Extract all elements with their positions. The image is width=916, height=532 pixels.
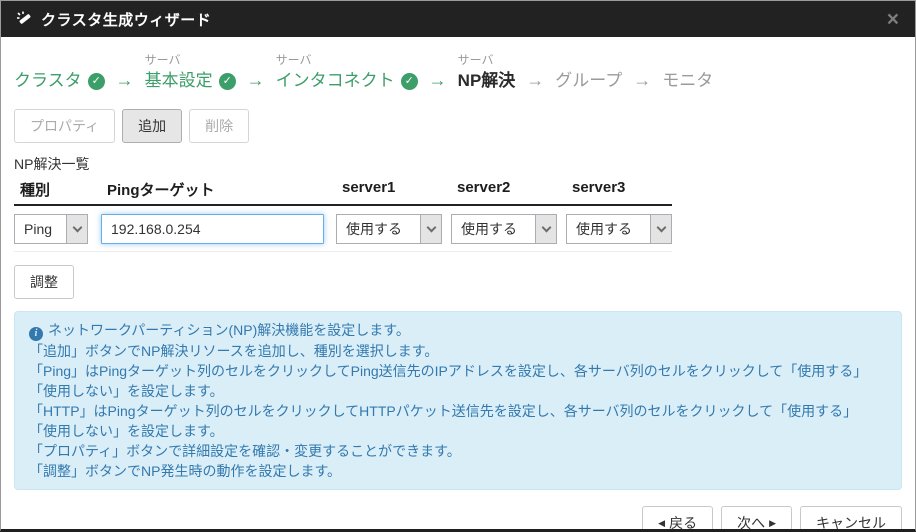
close-icon[interactable]: × bbox=[885, 9, 901, 30]
info-text: 「HTTP」はPingターゲット列のセルをクリックしてHTTPパケット送信先を設… bbox=[29, 401, 887, 421]
wizard-step-basic-settings[interactable]: サーバ 基本設定 ✓ bbox=[145, 51, 236, 93]
title-bar: クラスタ生成ウィザード × bbox=[1, 1, 915, 37]
step-label: モニタ bbox=[662, 69, 713, 93]
dialog-title: クラスタ生成ウィザード bbox=[41, 9, 211, 30]
type-select-value: Ping bbox=[15, 215, 66, 243]
server1-select-value: 使用する bbox=[337, 215, 420, 243]
step-sublabel: サーバ bbox=[458, 51, 516, 69]
np-list-caption: NP解決一覧 bbox=[14, 154, 902, 174]
info-text: 「プロパティ」ボタンで詳細設定を確認・変更することができます。 bbox=[29, 441, 887, 461]
step-label: グループ bbox=[555, 69, 622, 93]
column-header-type: 種別 bbox=[14, 179, 101, 200]
wizard-step-monitor[interactable]: モニタ bbox=[662, 51, 713, 93]
arrow-icon: → bbox=[116, 68, 134, 92]
chevron-down-icon bbox=[650, 215, 671, 243]
step-label: NP解決 bbox=[458, 69, 516, 93]
step-label: 基本設定 bbox=[145, 69, 213, 93]
wizard-step-interconnect[interactable]: サーバ インタコネクト ✓ bbox=[276, 51, 418, 93]
server3-select-value: 使用する bbox=[567, 215, 650, 243]
wizard-wand-icon bbox=[15, 10, 33, 28]
check-icon: ✓ bbox=[401, 73, 418, 90]
column-header-server2: server2 bbox=[451, 179, 566, 200]
column-header-server1: server1 bbox=[336, 179, 451, 200]
properties-button[interactable]: プロパティ bbox=[14, 109, 115, 143]
arrow-icon: → bbox=[429, 68, 447, 92]
info-text: ネットワークパーティション(NP)解決機能を設定します。 bbox=[48, 322, 410, 338]
np-resolution-table: 種別 Pingターゲット server1 server2 server3 Pin… bbox=[14, 179, 672, 252]
cancel-button[interactable]: キャンセル bbox=[800, 506, 902, 532]
step-sublabel bbox=[555, 51, 622, 69]
info-text: 「使用しない」を設定します。 bbox=[29, 421, 887, 441]
column-header-server3: server3 bbox=[566, 179, 672, 200]
ping-target-input[interactable] bbox=[101, 214, 324, 244]
step-label: クラスタ bbox=[14, 69, 82, 93]
tune-button[interactable]: 調整 bbox=[14, 265, 74, 299]
arrow-icon: → bbox=[526, 68, 544, 92]
info-box: i ネットワークパーティション(NP)解決機能を設定します。 「追加」ボタンでNP… bbox=[14, 311, 902, 490]
step-label: インタコネクト bbox=[276, 69, 395, 93]
toolbar: プロパティ 追加 削除 bbox=[14, 109, 902, 143]
info-text: 「Ping」はPingターゲット列のセルをクリックしてPing送信先のIPアドレ… bbox=[29, 361, 887, 381]
step-sublabel: サーバ bbox=[145, 51, 236, 69]
back-button[interactable]: ◀ 戻る bbox=[642, 506, 713, 532]
back-triangle-icon: ◀ bbox=[658, 519, 665, 528]
server2-select-value: 使用する bbox=[452, 215, 535, 243]
info-text: 「調整」ボタンでNP発生時の動作を設定します。 bbox=[29, 461, 887, 481]
wizard-step-cluster[interactable]: クラスタ ✓ bbox=[14, 51, 105, 93]
info-text: 「使用しない」を設定します。 bbox=[29, 381, 887, 401]
table-row: Ping 使用する 使用する bbox=[14, 206, 672, 252]
next-triangle-icon: ▶ bbox=[769, 519, 776, 528]
column-header-ping-target: Pingターゲット bbox=[101, 179, 336, 200]
remove-button[interactable]: 削除 bbox=[189, 109, 249, 143]
add-button[interactable]: 追加 bbox=[122, 109, 182, 143]
chevron-down-icon bbox=[420, 215, 441, 243]
table-header-row: 種別 Pingターゲット server1 server2 server3 bbox=[14, 179, 672, 206]
chevron-down-icon bbox=[535, 215, 556, 243]
step-sublabel bbox=[662, 51, 713, 69]
back-button-label: 戻る bbox=[669, 513, 697, 532]
arrow-icon: → bbox=[247, 68, 265, 92]
type-select[interactable]: Ping bbox=[14, 214, 88, 244]
wizard-step-np-resolution[interactable]: サーバ NP解決 bbox=[458, 51, 516, 93]
check-icon: ✓ bbox=[219, 73, 236, 90]
check-icon: ✓ bbox=[88, 73, 105, 90]
chevron-down-icon bbox=[66, 215, 87, 243]
next-button[interactable]: 次へ ▶ bbox=[721, 506, 792, 532]
step-sublabel bbox=[14, 51, 105, 69]
footer-buttons: ◀ 戻る 次へ ▶ キャンセル bbox=[1, 506, 915, 532]
arrow-icon: → bbox=[633, 68, 651, 92]
wizard-step-group[interactable]: グループ bbox=[555, 51, 622, 93]
server2-select[interactable]: 使用する bbox=[451, 214, 557, 244]
server3-select[interactable]: 使用する bbox=[566, 214, 672, 244]
server1-select[interactable]: 使用する bbox=[336, 214, 442, 244]
info-icon: i bbox=[29, 327, 43, 341]
next-button-label: 次へ bbox=[737, 513, 765, 532]
cluster-wizard-dialog: クラスタ生成ウィザード × クラスタ ✓ → サーバ 基本設定 ✓ → bbox=[0, 0, 916, 532]
info-text: 「追加」ボタンでNP解決リソースを追加し、種別を選択します。 bbox=[29, 341, 887, 361]
wizard-steps: クラスタ ✓ → サーバ 基本設定 ✓ → サーバ インタコネクト ✓ bbox=[14, 51, 902, 93]
step-sublabel: サーバ bbox=[276, 51, 418, 69]
